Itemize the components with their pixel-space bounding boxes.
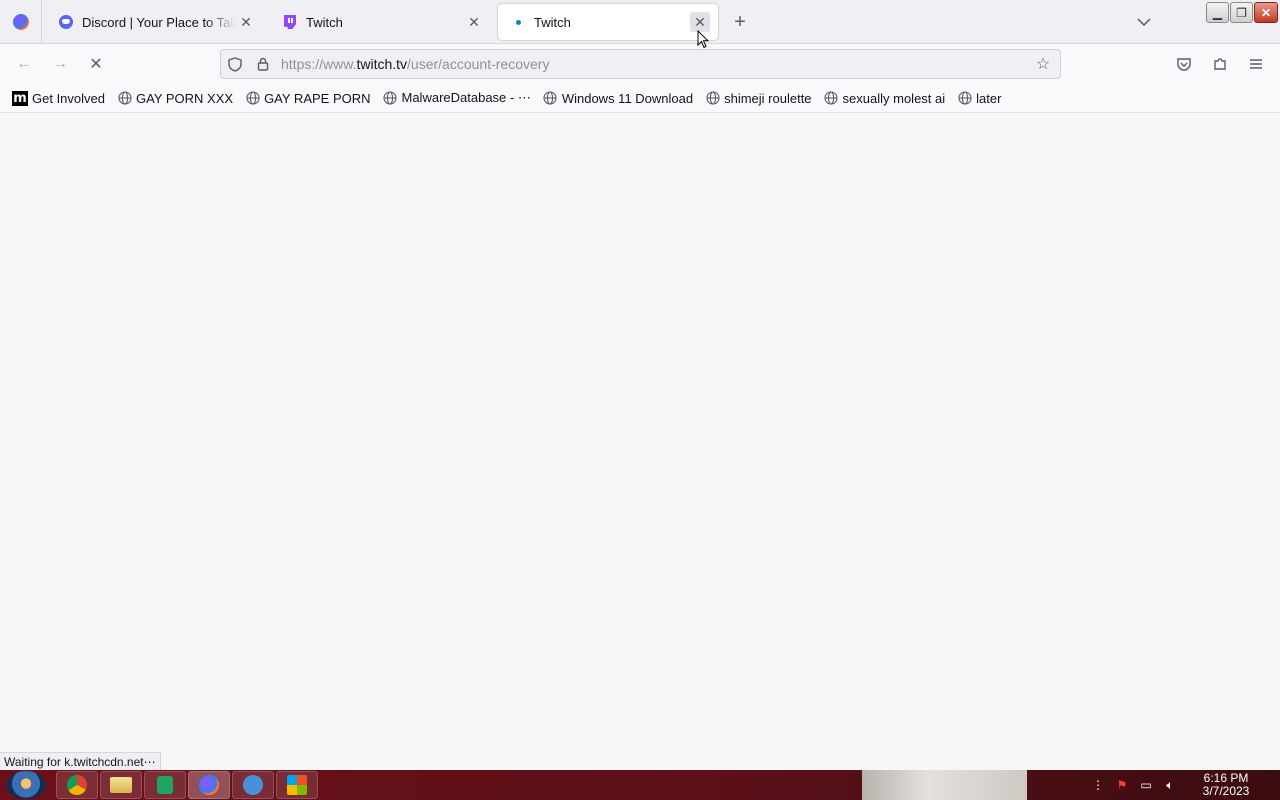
- bookmark-item[interactable]: Windows 11 Download: [539, 86, 697, 110]
- restore-icon: ❐: [1236, 5, 1247, 20]
- network-icon[interactable]: ▭: [1138, 777, 1154, 793]
- navigation-toolbar: ← → ✕ https://www.twitch.tv/user/account…: [0, 44, 1280, 84]
- list-all-tabs-button[interactable]: [1132, 10, 1156, 34]
- minimize-icon: ▁: [1212, 5, 1223, 20]
- puzzle-icon: [1214, 58, 1226, 70]
- firefox-icon: [12, 14, 29, 30]
- spreadsheet-icon: [157, 776, 173, 794]
- taskbar-firefox[interactable]: [188, 771, 230, 799]
- bookmark-get-involved[interactable]: m Get Involved: [8, 86, 109, 110]
- minimize-button[interactable]: ▁: [1206, 2, 1229, 23]
- tab-title: Discord | Your Place to Talk and Hang Ou…: [82, 14, 236, 30]
- tab-close-icon[interactable]: ✕: [690, 12, 710, 32]
- folder-icon: [110, 777, 132, 793]
- bookmark-item[interactable]: GAY PORN XXX: [113, 86, 237, 110]
- pocket-icon: [1177, 58, 1191, 71]
- status-panel: Waiting for k.twitchcdn.net⋯: [0, 752, 161, 770]
- taskbar-spreadsheet[interactable]: [144, 771, 186, 799]
- plus-icon: +: [734, 10, 746, 33]
- bookmark-label: sexually molest ai: [842, 90, 946, 106]
- twitch-icon: [282, 14, 298, 30]
- taskbar-chrome[interactable]: [56, 771, 98, 799]
- globe-icon: [705, 91, 720, 106]
- bookmark-label: GAY RAPE PORN: [264, 90, 371, 106]
- new-tab-button[interactable]: +: [728, 10, 752, 34]
- firefox-view-button[interactable]: [0, 0, 42, 44]
- bookmark-label: GAY PORN XXX: [136, 90, 234, 106]
- bookmark-star-icon[interactable]: ☆: [1032, 53, 1054, 75]
- back-arrow-icon: ←: [16, 55, 32, 72]
- m-logo-icon: m: [12, 90, 28, 106]
- loading-dot-icon: [510, 14, 526, 30]
- url-text[interactable]: https://www.twitch.tv/user/account-recov…: [277, 56, 1060, 72]
- url-host: twitch.tv: [356, 56, 408, 72]
- globe-icon: [957, 91, 972, 106]
- tab-close-icon[interactable]: ✕: [236, 12, 256, 32]
- bookmark-label: Windows 11 Download: [561, 90, 694, 106]
- close-window-button[interactable]: ✕: [1254, 2, 1278, 23]
- volume-icon[interactable]: 🔈︎: [1162, 777, 1178, 793]
- globe-icon: [543, 91, 558, 106]
- tray-overflow-icon[interactable]: ⋮: [1090, 777, 1106, 793]
- windows-logo-icon: [287, 775, 307, 795]
- firefox-icon: [199, 775, 219, 795]
- tab-close-icon[interactable]: ✕: [464, 12, 484, 32]
- chevron-down-icon: [1137, 18, 1151, 26]
- start-button[interactable]: [6, 771, 46, 799]
- shield-icon[interactable]: [221, 50, 249, 78]
- restore-button[interactable]: ❐: [1230, 2, 1253, 23]
- tab-discord[interactable]: Discord | Your Place to Talk and Hang Ou…: [46, 4, 264, 40]
- stop-button[interactable]: ✕: [84, 52, 108, 76]
- back-button[interactable]: ←: [12, 52, 36, 76]
- window-controls: ▁ ❐ ✕: [1206, 2, 1278, 23]
- url-bar[interactable]: https://www.twitch.tv/user/account-recov…: [220, 49, 1061, 79]
- bookmark-label: shimeji roulette: [724, 90, 812, 106]
- bookmark-label: Get Involved: [32, 90, 105, 106]
- action-center-flag-icon[interactable]: ⚑: [1114, 777, 1130, 793]
- extensions-button[interactable]: [1208, 52, 1232, 76]
- status-text: Waiting for k.twitchcdn.net⋯: [4, 754, 156, 769]
- tab-twitch-active[interactable]: Twitch ✕: [498, 4, 718, 40]
- bookmark-item[interactable]: GAY RAPE PORN: [241, 86, 374, 110]
- system-tray: ⋮ ⚑ ▭ 🔈︎: [1090, 770, 1178, 800]
- taskbar: ⋮ ⚑ ▭ 🔈︎ 6:16 PM 3/7/2023: [0, 770, 1280, 800]
- lock-icon[interactable]: [249, 50, 277, 78]
- globe-icon: [824, 91, 839, 106]
- tab-strip: Discord | Your Place to Talk and Hang Ou…: [0, 0, 1280, 44]
- taskbar-clock[interactable]: 6:16 PM 3/7/2023: [1196, 772, 1256, 798]
- url-scheme: https://www.: [281, 56, 357, 72]
- chrome-icon: [67, 775, 87, 795]
- globe-icon: [117, 91, 132, 106]
- bookmark-item[interactable]: shimeji roulette: [701, 86, 815, 110]
- page-content[interactable]: [0, 113, 1280, 770]
- discord-icon: [58, 14, 74, 30]
- pocket-button[interactable]: [1172, 52, 1196, 76]
- wallpaper-photo: [862, 770, 1027, 800]
- bookmark-item[interactable]: sexually molest ai: [820, 86, 950, 110]
- close-icon: ✕: [1260, 5, 1272, 20]
- bookmark-item[interactable]: later: [953, 86, 1005, 110]
- taskbar-chat[interactable]: [232, 771, 274, 799]
- hamburger-menu-icon: [1250, 59, 1262, 69]
- globe-icon: [245, 91, 260, 106]
- bookmark-label: later: [976, 90, 1002, 106]
- chat-icon: [243, 775, 263, 795]
- clock-date: 3/7/2023: [1202, 784, 1250, 798]
- bookmark-item[interactable]: MalwareDatabase - ⋯: [379, 86, 535, 110]
- stop-icon: ✕: [89, 56, 103, 73]
- forward-button[interactable]: →: [48, 52, 72, 76]
- url-path: /user/account-recovery: [407, 56, 550, 72]
- forward-arrow-icon: →: [52, 55, 68, 72]
- app-menu-button[interactable]: [1244, 52, 1268, 76]
- bookmark-label: MalwareDatabase - ⋯: [401, 90, 531, 105]
- tab-title: Twitch: [534, 14, 571, 30]
- taskbar-windows[interactable]: [276, 771, 318, 799]
- globe-icon: [383, 91, 398, 106]
- taskbar-explorer[interactable]: [100, 771, 142, 799]
- tab-twitch[interactable]: Twitch ✕: [270, 4, 492, 40]
- tab-title: Twitch: [306, 14, 343, 30]
- mouse-cursor-icon: [697, 30, 709, 49]
- bookmarks-toolbar: m Get Involved GAY PORN XXX GAY RAPE POR…: [0, 84, 1280, 113]
